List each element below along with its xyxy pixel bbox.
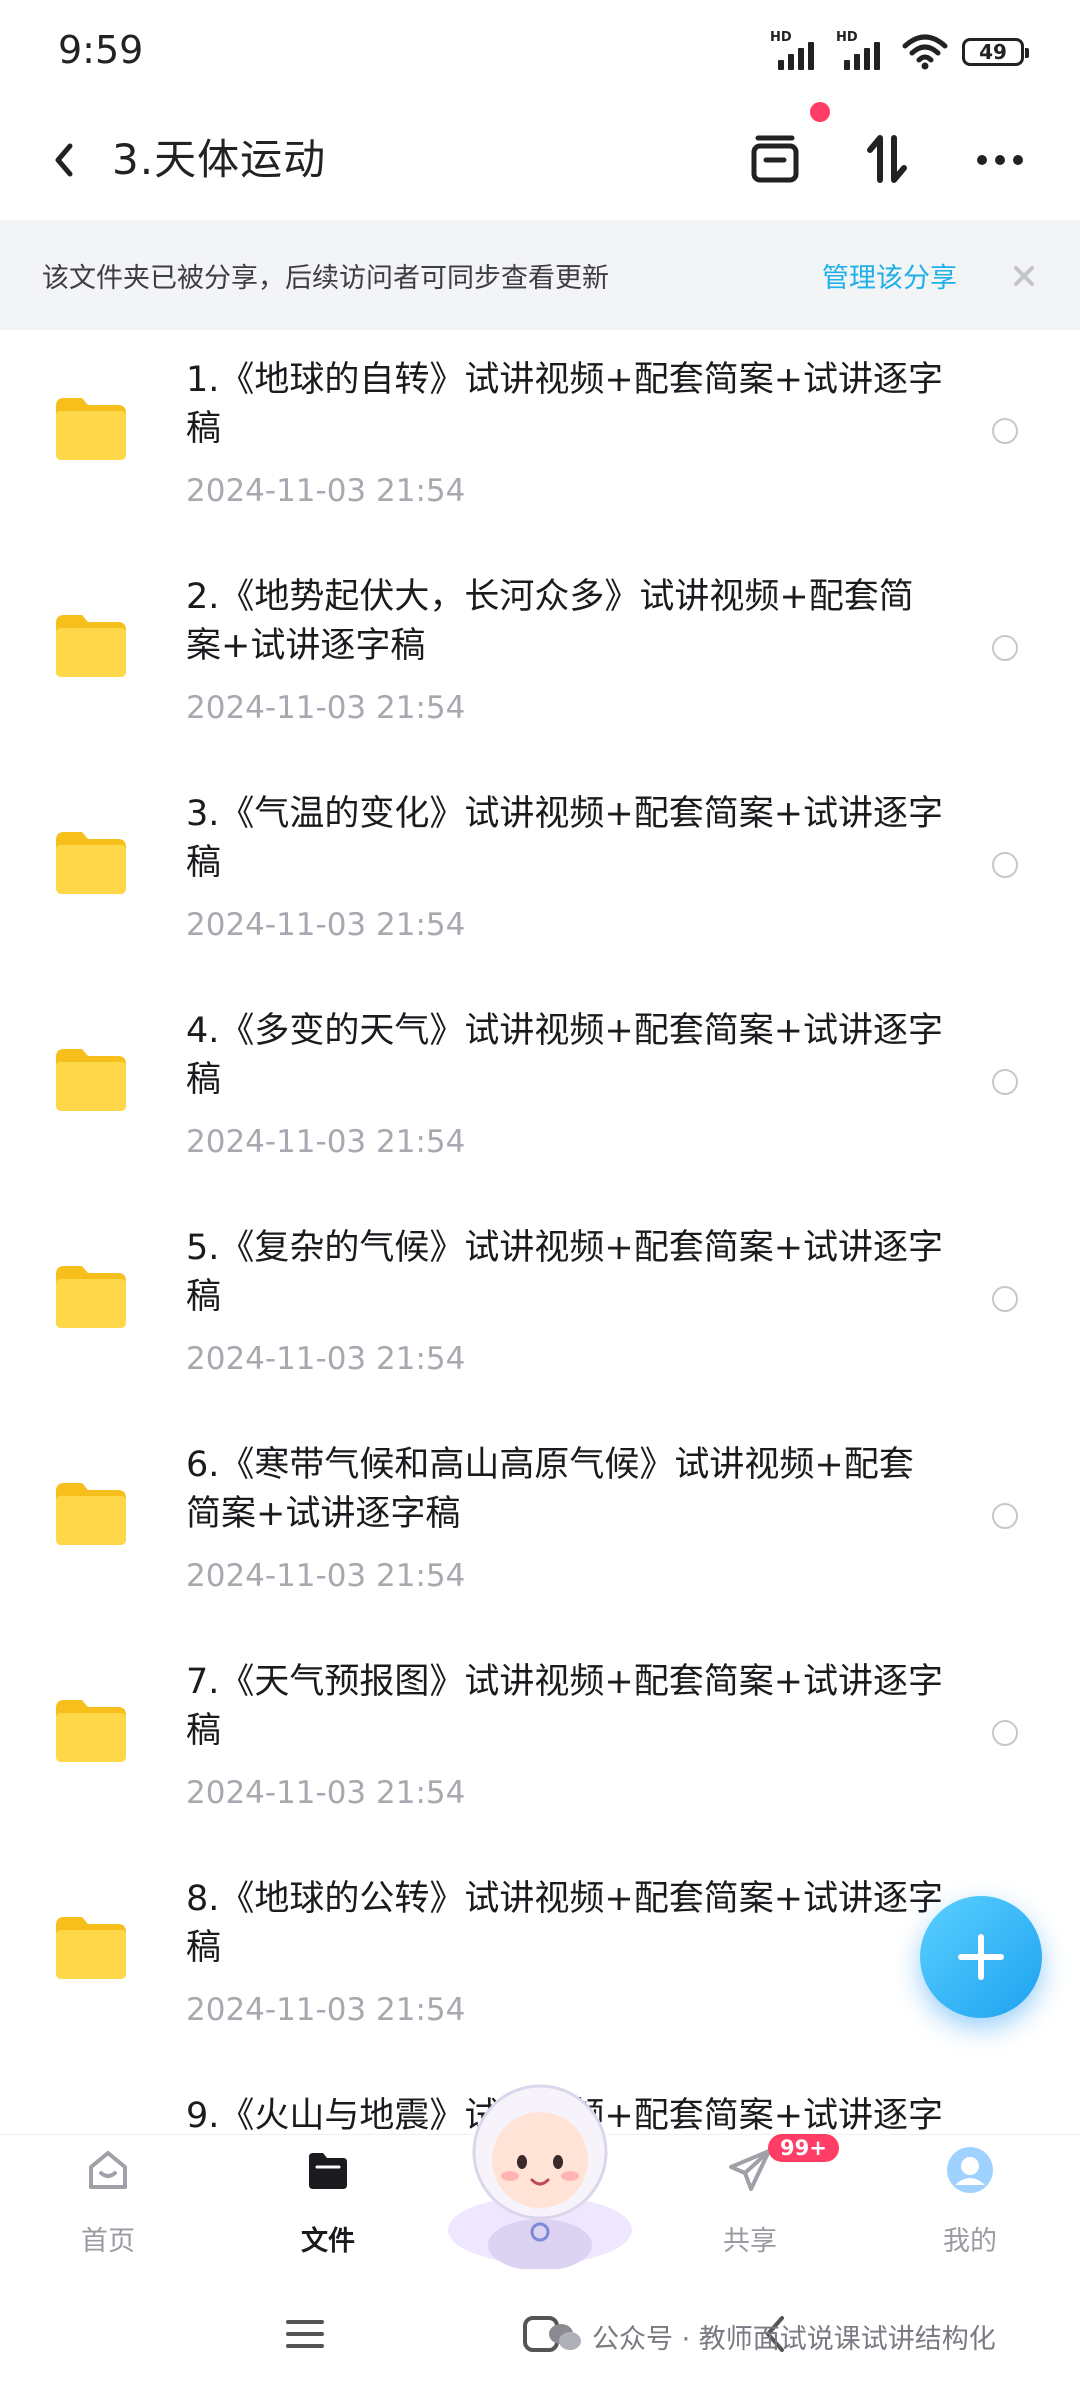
file-list: 1.《地球的自转》试讲视频+配套简案+试讲逐字稿 2024-11-03 21:54…: [0, 330, 1080, 2134]
select-checkbox[interactable]: [992, 1720, 1018, 1746]
send-icon: [729, 2149, 771, 2191]
signal-icon: HD: [770, 30, 822, 72]
folder-icon: [56, 1700, 126, 1762]
close-banner-button[interactable]: [1004, 256, 1044, 296]
archive-icon: [751, 135, 799, 183]
folder-icon: [56, 615, 126, 677]
file-name: 5.《复杂的气候》试讲视频+配套简案+试讲逐字稿: [186, 1228, 944, 1317]
folder-icon: [56, 1266, 126, 1328]
file-name: 7.《天气预报图》试讲视频+配套简案+试讲逐字稿: [186, 1662, 944, 1751]
manage-share-link[interactable]: 管理该分享: [822, 256, 957, 295]
file-date: 2024-11-03 21:54: [186, 907, 466, 943]
select-checkbox[interactable]: [992, 1069, 1018, 1095]
file-list-item[interactable]: 7.《天气预报图》试讲视频+配套简案+试讲逐字稿 2024-11-03 21:54: [0, 1632, 1080, 1849]
folder-icon: [56, 398, 126, 460]
nav-home-label: 首页: [81, 2226, 135, 2257]
watermark-text: 公众号 · 教师面试说课试讲结构化: [592, 2324, 996, 2355]
share-badge: 99+: [768, 2134, 839, 2162]
close-icon: [1014, 266, 1034, 286]
file-name: 8.《地球的公转》试讲视频+配套简案+试讲逐字稿: [186, 1879, 944, 1968]
system-nav: 公众号 · 教师面试说课试讲结构化: [0, 2269, 1080, 2401]
file-name: 4.《多变的天气》试讲视频+配套简案+试讲逐字稿: [186, 1011, 944, 1100]
share-banner: 该文件夹已被分享，后续访问者可同步查看更新 管理该分享: [0, 220, 1080, 330]
file-list-item[interactable]: 4.《多变的天气》试讲视频+配套简案+试讲逐字稿 2024-11-03 21:54: [0, 981, 1080, 1198]
file-date: 2024-11-03 21:54: [186, 473, 466, 509]
more-horizontal-icon: [977, 155, 1023, 165]
folder-icon: [56, 1483, 126, 1545]
select-checkbox[interactable]: [992, 635, 1018, 661]
nav-home[interactable]: 首页: [28, 2135, 188, 2270]
add-button[interactable]: [920, 1896, 1042, 2018]
astronaut-mascot-icon: [448, 2084, 632, 2271]
title-bar: 3.天体运动: [0, 100, 1080, 220]
share-banner-text: 该文件夹已被分享，后续访问者可同步查看更新: [42, 263, 609, 294]
file-date: 2024-11-03 21:54: [186, 690, 466, 726]
file-list-item[interactable]: 5.《复杂的气候》试讲视频+配套简案+试讲逐字稿 2024-11-03 21:54: [0, 1198, 1080, 1415]
chevron-left-icon: [55, 143, 73, 177]
file-date: 2024-11-03 21:54: [186, 1992, 466, 2028]
profile-icon: [947, 2147, 993, 2193]
watermark: 公众号 · 教师面试说课试讲结构化: [548, 2317, 996, 2356]
wechat-icon: [549, 2323, 581, 2350]
page-title: 3.天体运动: [112, 135, 327, 184]
sort-icon: [867, 135, 907, 183]
sort-button[interactable]: [852, 124, 924, 196]
file-list-item[interactable]: 1.《地球的自转》试讲视频+配套简案+试讲逐字稿 2024-11-03 21:54: [0, 330, 1080, 547]
select-checkbox[interactable]: [992, 852, 1018, 878]
file-name: 1.《地球的自转》试讲视频+配套简案+试讲逐字稿: [186, 360, 944, 449]
menu-icon[interactable]: [280, 2309, 330, 2359]
file-list-item[interactable]: 2.《地势起伏大，长河众多》试讲视频+配套简案+试讲逐字稿 2024-11-03 …: [0, 547, 1080, 764]
status-time: 9:59: [58, 28, 144, 72]
file-date: 2024-11-03 21:54: [186, 1775, 466, 1811]
file-name: 6.《寒带气候和高山高原气候》试讲视频+配套简案+试讲逐字稿: [186, 1445, 914, 1534]
select-checkbox[interactable]: [992, 418, 1018, 444]
notification-dot: [810, 102, 830, 122]
transfer-list-button[interactable]: [740, 124, 812, 196]
signal-icon: HD: [836, 30, 888, 72]
file-name: 2.《地势起伏大，长河众多》试讲视频+配套简案+试讲逐字稿: [186, 577, 914, 666]
folder-icon: [56, 832, 126, 894]
nav-files-label: 文件: [301, 2226, 355, 2257]
file-date: 2024-11-03 21:54: [186, 1124, 466, 1160]
select-checkbox[interactable]: [992, 1503, 1018, 1529]
file-list-item[interactable]: 8.《地球的公转》试讲视频+配套简案+试讲逐字稿 2024-11-03 21:54: [0, 1849, 1080, 2066]
file-date: 2024-11-03 21:54: [186, 1341, 466, 1377]
back-button[interactable]: [40, 130, 100, 190]
status-bar: 9:59 HD HD 49: [0, 0, 1080, 100]
file-name: 3.《气温的变化》试讲视频+配套简案+试讲逐字稿: [186, 794, 944, 883]
nav-files[interactable]: 文件: [248, 2135, 408, 2270]
status-icons: HD HD 49: [770, 30, 1029, 74]
nav-profile[interactable]: 我的: [890, 2135, 1050, 2270]
nav-profile-label: 我的: [943, 2226, 997, 2257]
file-date: 2024-11-03 21:54: [186, 1558, 466, 1594]
assistant-mascot[interactable]: [442, 2080, 638, 2271]
file-list-item[interactable]: 3.《气温的变化》试讲视频+配套简案+试讲逐字稿 2024-11-03 21:54: [0, 764, 1080, 981]
home-icon: [89, 2151, 127, 2189]
wifi-icon: [902, 34, 948, 70]
file-list-item[interactable]: 6.《寒带气候和高山高原气候》试讲视频+配套简案+试讲逐字稿 2024-11-03…: [0, 1415, 1080, 1632]
folder-icon: [56, 1049, 126, 1111]
folder-icon: [56, 1917, 126, 1979]
battery-icon: 49: [962, 38, 1029, 66]
select-checkbox[interactable]: [992, 1286, 1018, 1312]
more-button[interactable]: [964, 124, 1036, 196]
nav-share-label: 共享: [723, 2226, 777, 2257]
folder-icon: [309, 2153, 347, 2189]
